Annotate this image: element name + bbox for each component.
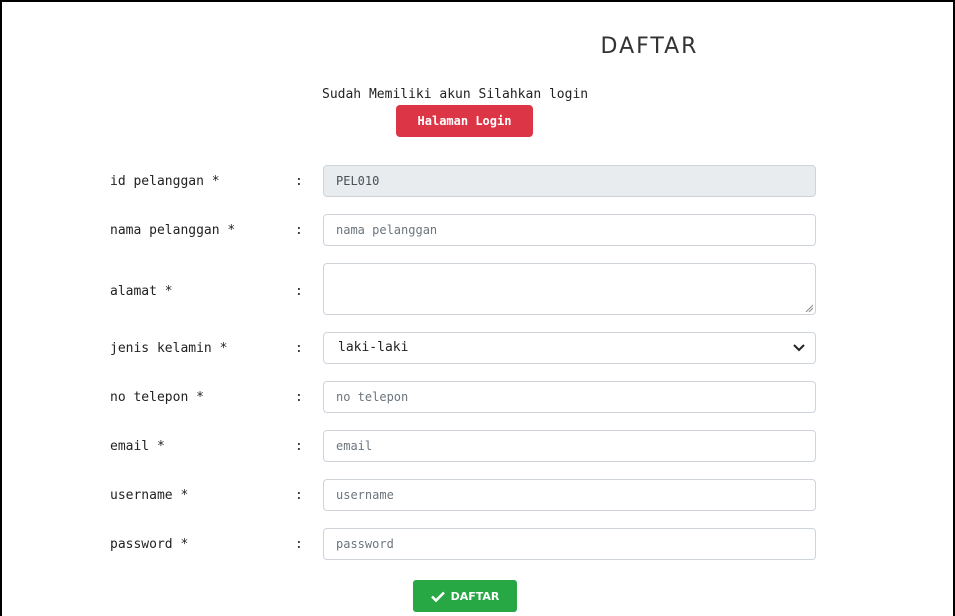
label-email: email *: [110, 439, 165, 454]
login-note: Sudah Memiliki akun Silahkan login: [322, 87, 589, 102]
chevron-down-icon: [793, 344, 805, 352]
colon: :: [295, 537, 303, 552]
jenis-kelamin-select[interactable]: laki-laki: [323, 332, 816, 364]
resize-grip-icon[interactable]: [805, 304, 813, 312]
label-jenis-kelamin: jenis kelamin *: [110, 341, 228, 356]
id-pelanggan-field: [323, 165, 816, 197]
daftar-submit-button[interactable]: DAFTAR: [413, 580, 517, 612]
label-alamat: alamat *: [110, 284, 173, 299]
check-icon: [430, 591, 445, 602]
colon: :: [295, 284, 303, 299]
label-username: username *: [110, 488, 189, 503]
colon: :: [295, 439, 303, 454]
nama-pelanggan-input[interactable]: [323, 214, 816, 246]
password-input[interactable]: [323, 528, 816, 560]
colon: :: [295, 390, 303, 405]
label-no-telepon: no telepon *: [110, 390, 204, 405]
alamat-wrapper: [323, 263, 816, 315]
label-id-pelanggan: id pelanggan *: [110, 174, 220, 189]
no-telepon-input[interactable]: [323, 381, 816, 413]
jenis-kelamin-selected: laki-laki: [338, 340, 409, 355]
label-password: password *: [110, 537, 189, 552]
colon: :: [295, 488, 303, 503]
page-title: DAFTAR: [600, 34, 699, 59]
colon: :: [295, 174, 303, 189]
colon: :: [295, 223, 303, 238]
daftar-submit-label: DAFTAR: [450, 589, 500, 603]
username-input[interactable]: [323, 479, 816, 511]
colon: :: [295, 341, 303, 356]
login-page-button[interactable]: Halaman Login: [396, 105, 533, 137]
label-nama-pelanggan: nama pelanggan *: [110, 223, 236, 238]
alamat-textarea[interactable]: [323, 263, 816, 315]
email-input[interactable]: [323, 430, 816, 462]
